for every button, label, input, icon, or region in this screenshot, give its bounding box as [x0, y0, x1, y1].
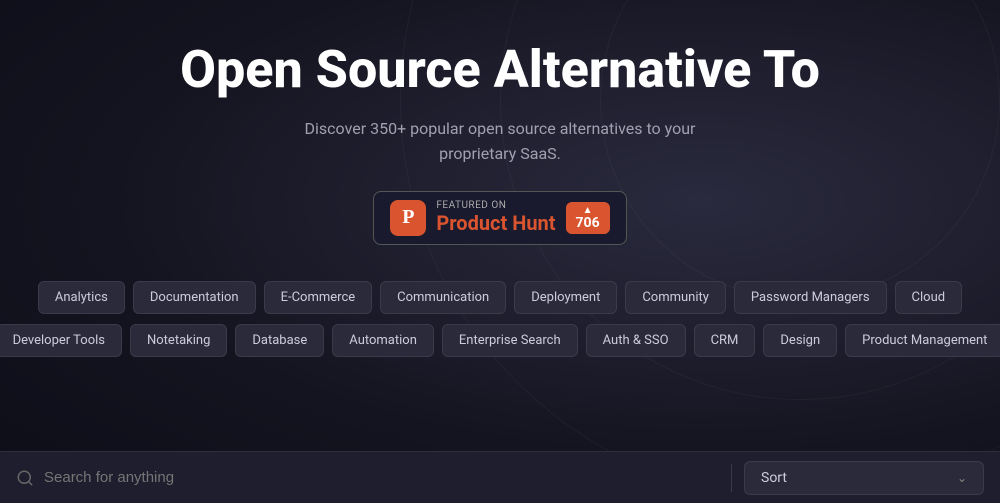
category-chip[interactable]: Password Managers: [734, 281, 887, 314]
category-chip[interactable]: Product Management: [845, 324, 1000, 357]
category-chip[interactable]: Cloud: [895, 281, 963, 314]
category-chip[interactable]: Communication: [380, 281, 506, 314]
product-hunt-votes: ▲ 706: [566, 202, 610, 234]
product-hunt-text: FEATURED ON Product Hunt: [436, 200, 555, 235]
hero-subtitle: Discover 350+ popular open source altern…: [290, 116, 710, 167]
category-chip[interactable]: Community: [625, 281, 726, 314]
category-chip[interactable]: Analytics: [38, 281, 125, 314]
product-hunt-badge[interactable]: P FEATURED ON Product Hunt ▲ 706: [373, 191, 626, 245]
sort-chevron-icon: ⌄: [957, 471, 967, 485]
search-input[interactable]: [44, 469, 719, 486]
category-chip[interactable]: Database: [235, 324, 324, 357]
category-chip[interactable]: Design: [763, 324, 837, 357]
category-chip[interactable]: Automation: [332, 324, 434, 357]
hero-title: Open Source Alternative To: [180, 40, 820, 100]
category-chip[interactable]: Enterprise Search: [442, 324, 578, 357]
category-chip[interactable]: Notetaking: [130, 324, 227, 357]
category-chip[interactable]: Developer Tools: [0, 324, 122, 357]
category-chip[interactable]: CRM: [694, 324, 756, 357]
category-row-2: Developer ToolsNotetakingDatabaseAutomat…: [0, 324, 1000, 357]
categories-section: AnalyticsDocumentationE-CommerceCommunic…: [0, 281, 1000, 357]
category-chip[interactable]: E-Commerce: [264, 281, 373, 314]
product-hunt-featured-label: FEATURED ON: [436, 200, 555, 211]
product-hunt-logo: P: [390, 200, 426, 236]
sort-label: Sort: [761, 470, 787, 486]
search-divider: [731, 464, 732, 492]
sort-dropdown[interactable]: Sort ⌄: [744, 461, 984, 495]
category-chip[interactable]: Deployment: [514, 281, 617, 314]
search-bar-section: Sort ⌄: [0, 451, 1000, 503]
category-chip[interactable]: Auth & SSO: [586, 324, 686, 357]
product-hunt-name: Product Hunt: [436, 211, 555, 235]
search-icon: [16, 469, 34, 487]
product-hunt-logo-letter: P: [402, 206, 414, 229]
product-hunt-count: 706: [576, 216, 600, 230]
category-chip[interactable]: Documentation: [133, 281, 256, 314]
category-row-1: AnalyticsDocumentationE-CommerceCommunic…: [38, 281, 962, 314]
